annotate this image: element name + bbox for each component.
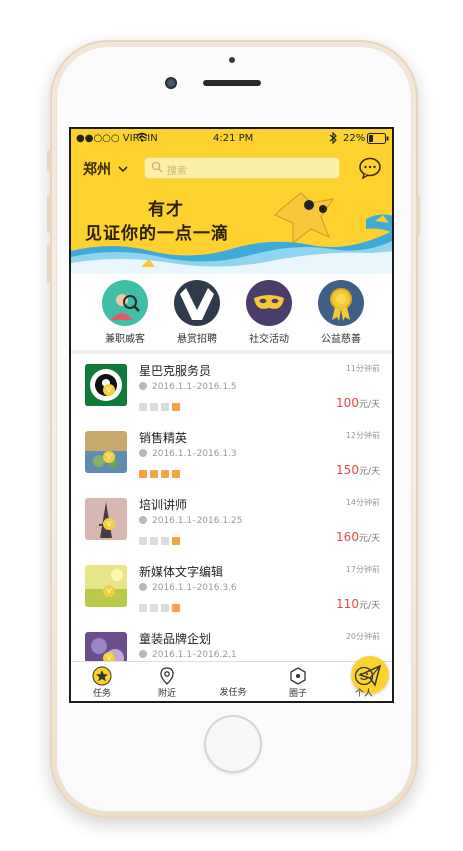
job-item[interactable]: V 星巴克服务员 2016.1.1–2016.1.5 11分钟前 100元/天 (71, 354, 392, 422)
verified-badge-icon: V (103, 585, 115, 597)
job-tags (139, 396, 183, 415)
battery-percent: 22% (343, 133, 366, 144)
city-selector[interactable]: 郑州 (83, 159, 128, 179)
category-charity[interactable]: 公益慈善 (306, 280, 376, 345)
job-posted-time: 14分钟前 (345, 498, 380, 507)
search-placeholder: 搜索 (167, 166, 187, 177)
clock-icon (139, 449, 147, 457)
job-date: 2016.1.1–2016.2.1 (139, 650, 237, 660)
category-label: 兼职威客 (105, 334, 145, 345)
category-label: 公益慈善 (321, 334, 361, 345)
category-reward-recruit[interactable]: 悬赏招聘 (162, 280, 232, 345)
mask-icon (246, 280, 292, 326)
tab-circle[interactable]: 圈子 (273, 666, 323, 699)
status-bar: ●●○○○ VIRGIN 4:21 PM 22% (71, 129, 392, 149)
tab-label: 附近 (157, 689, 176, 699)
job-posted-time: 11分钟前 (345, 364, 380, 373)
job-posted-time: 12分钟前 (345, 431, 380, 440)
job-title: 销售精英 (139, 431, 188, 445)
category-row: 兼职威客 悬赏招聘 社交活动 公益慈善 (71, 274, 392, 350)
job-tags (139, 463, 183, 482)
job-title: 新媒体文字编辑 (139, 565, 224, 579)
job-title: 培训讲师 (139, 498, 188, 512)
top-navbar: 郑州 搜索 (71, 149, 392, 189)
bluetooth-icon (329, 131, 337, 147)
power-button (416, 195, 420, 235)
job-price: 160元/天 (336, 530, 380, 544)
clock-label: 4:21 PM (213, 133, 254, 144)
banner-headline-1: 有才 (148, 200, 184, 220)
chevron-down-icon (118, 166, 128, 173)
volume-down-button (47, 245, 51, 283)
category-part-time[interactable]: 兼职威客 (90, 280, 160, 345)
job-title: 童装品牌企划 (139, 632, 212, 646)
job-posted-time: 20分钟前 (345, 632, 380, 641)
suit-icon (174, 280, 220, 326)
job-date: 2016.1.1–2016.1.25 (139, 516, 242, 526)
search-input[interactable]: 搜索 (144, 157, 340, 179)
smiley-icon (354, 666, 374, 686)
star-icon (92, 666, 112, 686)
message-button[interactable] (358, 156, 382, 180)
medal-icon (318, 280, 364, 326)
tab-profile[interactable]: 个人 (339, 666, 389, 699)
job-item[interactable]: V 新媒体文字编辑 2016.1.1–2016.3.6 17分钟前 110元/天 (71, 555, 392, 623)
job-date: 2016.1.1–2016.3.6 (139, 583, 237, 593)
clock-icon (139, 516, 147, 524)
wifi-icon (136, 132, 148, 145)
job-tags (139, 530, 183, 549)
tab-label: 任务 (92, 689, 111, 699)
tab-tasks[interactable]: 任务 (77, 666, 127, 699)
job-item[interactable]: V 销售精英 2016.1.1–2016.1.3 12分钟前 150元/天 (71, 421, 392, 489)
volume-up-button (47, 195, 51, 233)
clock-icon (139, 650, 147, 658)
home-button[interactable] (204, 715, 262, 773)
chat-bubble-icon (359, 157, 381, 180)
earpiece-speaker (203, 80, 261, 86)
mute-switch (47, 150, 51, 172)
person-search-icon (102, 280, 148, 326)
verified-badge-icon: V (103, 451, 115, 463)
job-price: 110元/天 (336, 597, 380, 611)
job-item[interactable]: V 培训讲师 2016.1.1–2016.1.25 14分钟前 160元/天 (71, 488, 392, 556)
tab-nearby[interactable]: 附近 (142, 666, 192, 699)
circle-group-icon (290, 667, 306, 685)
bottom-tab-bar: 任务 附近 发任务 圈子 个人 (71, 656, 392, 701)
promo-banner[interactable]: 有才 见证你的一点一滴 (71, 189, 392, 274)
city-label: 郑州 (83, 162, 111, 178)
verified-badge-icon: V (103, 518, 115, 530)
clock-icon (139, 583, 147, 591)
tab-label: 发任务 (219, 688, 247, 698)
search-icon (151, 161, 163, 173)
job-posted-time: 17分钟前 (345, 565, 380, 574)
category-label: 社交活动 (249, 334, 289, 345)
app-screen: ●●○○○ VIRGIN 4:21 PM 22% 郑州 搜索 有才 见证你的一点… (69, 127, 394, 703)
job-date: 2016.1.1–2016.1.5 (139, 382, 237, 392)
location-pin-icon (160, 667, 174, 685)
front-camera (165, 77, 177, 89)
job-tags (139, 597, 183, 616)
verified-badge-icon: V (103, 384, 115, 396)
clock-icon (139, 382, 147, 390)
tab-post-task[interactable]: 发任务 (208, 656, 389, 698)
tab-label: 圈子 (288, 689, 307, 699)
job-price: 100元/天 (336, 396, 380, 410)
tab-label: 个人 (354, 689, 373, 699)
battery-icon (367, 133, 389, 147)
category-social[interactable]: 社交活动 (234, 280, 304, 345)
banner-headline-2: 见证你的一点一滴 (85, 224, 229, 244)
proximity-sensor (229, 57, 235, 63)
job-date: 2016.1.1–2016.1.3 (139, 449, 237, 459)
job-title: 星巴克服务员 (139, 364, 212, 378)
category-label: 悬赏招聘 (177, 334, 217, 345)
job-price: 150元/天 (336, 463, 380, 477)
